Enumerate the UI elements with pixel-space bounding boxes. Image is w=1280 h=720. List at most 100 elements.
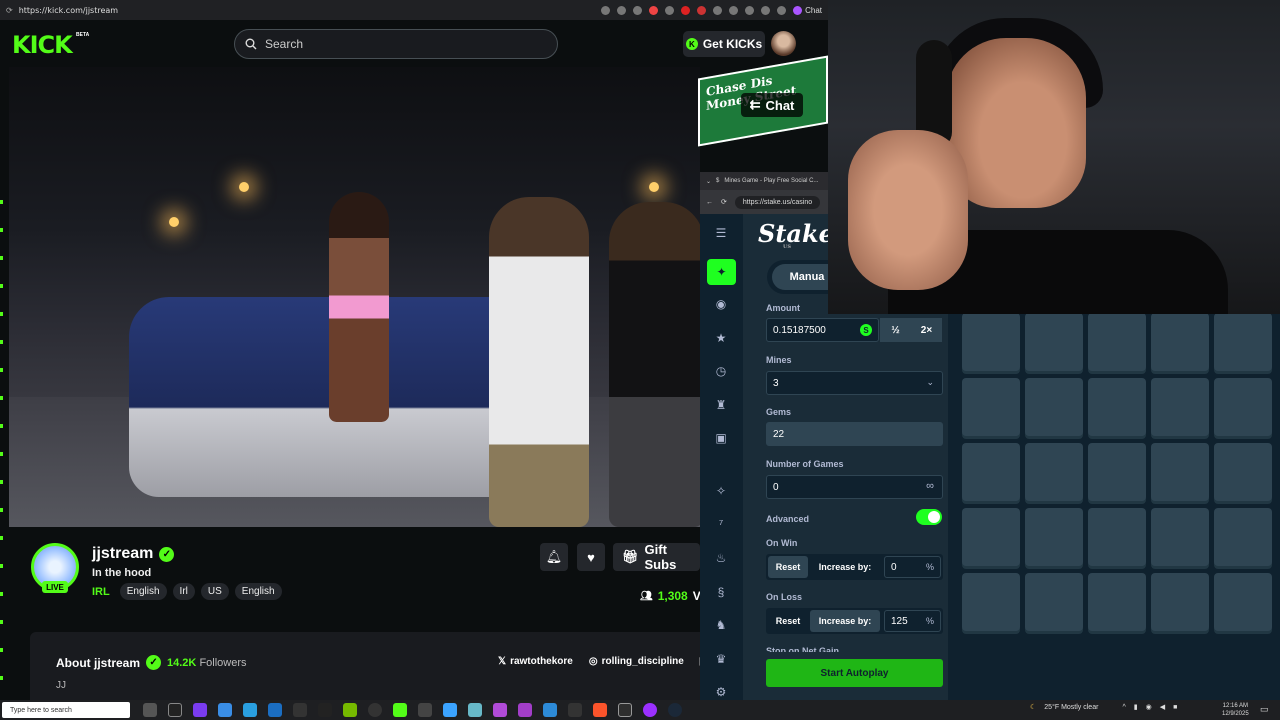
- tag[interactable]: English: [234, 583, 282, 600]
- battery-icon[interactable]: ▮: [1134, 703, 1138, 711]
- tray-app-icon[interactable]: ■: [1173, 704, 1177, 711]
- get-kicks-button[interactable]: K Get KICKs: [683, 31, 765, 57]
- advanced-toggle[interactable]: [916, 509, 942, 525]
- profile-icon[interactable]: [761, 5, 771, 15]
- start-autoplay-button[interactable]: Start Autoplay: [766, 659, 943, 687]
- mine-tile[interactable]: [1214, 313, 1272, 371]
- network-icon[interactable]: ◉: [1146, 703, 1152, 711]
- hot-icon[interactable]: ♨: [714, 551, 728, 565]
- app-icon[interactable]: [518, 703, 532, 717]
- app-icon[interactable]: [418, 703, 432, 717]
- extension-icon[interactable]: [729, 5, 739, 15]
- tag[interactable]: Irl: [172, 583, 195, 600]
- app-icon[interactable]: [318, 703, 332, 717]
- recent-icon[interactable]: ◷: [714, 364, 728, 378]
- mine-tile[interactable]: [1151, 313, 1209, 371]
- app-icon[interactable]: [168, 703, 182, 717]
- app-icon[interactable]: [568, 703, 582, 717]
- extension-icon[interactable]: [665, 5, 675, 15]
- mine-tile[interactable]: [1214, 573, 1272, 631]
- gift-subs-button[interactable]: 🎁︎ Gift Subs: [613, 542, 700, 572]
- mine-tile[interactable]: [962, 378, 1020, 436]
- mine-tile[interactable]: [1025, 443, 1083, 501]
- taskbar-search[interactable]: Type here to search: [2, 702, 130, 718]
- app-icon[interactable]: [643, 703, 657, 717]
- search-input[interactable]: Search: [234, 29, 558, 59]
- on-win-reset-button[interactable]: Reset: [768, 556, 808, 578]
- extension-icon[interactable]: [713, 5, 723, 15]
- notification-button[interactable]: 🔔︎: [540, 543, 568, 571]
- amount-input[interactable]: 0.15187500 S: [766, 318, 879, 342]
- extension-icon[interactable]: [649, 5, 659, 15]
- mine-tile[interactable]: [1088, 378, 1146, 436]
- weather-text[interactable]: 25°F Mostly clear: [1044, 704, 1098, 711]
- double-button[interactable]: 2×: [911, 318, 942, 342]
- follow-button[interactable]: ♥: [577, 543, 605, 571]
- mine-tile[interactable]: [1214, 508, 1272, 566]
- vip-icon[interactable]: ♛: [714, 652, 728, 666]
- extension-icon[interactable]: [697, 5, 707, 15]
- chevron-down-icon[interactable]: ⌄: [706, 178, 711, 185]
- half-button[interactable]: ½: [880, 318, 911, 342]
- instagram-link[interactable]: ◎ rolling_discipline: [589, 656, 684, 667]
- steam-icon[interactable]: [668, 703, 682, 717]
- mine-tile[interactable]: [1088, 573, 1146, 631]
- casino-icon[interactable]: ✦: [707, 259, 736, 285]
- taskbar-clock[interactable]: 12:16 AM 12/9/2025: [1222, 702, 1249, 718]
- mine-tile[interactable]: [1151, 508, 1209, 566]
- on-loss-reset-button[interactable]: Reset: [768, 610, 808, 632]
- on-loss-input[interactable]: 125%: [884, 610, 941, 632]
- mine-tile[interactable]: [1151, 443, 1209, 501]
- settings-icon[interactable]: ⚙: [714, 685, 728, 699]
- new-releases-icon[interactable]: ✧: [714, 484, 728, 498]
- obs-icon[interactable]: [368, 703, 382, 717]
- menu-icon[interactable]: [777, 5, 787, 15]
- on-loss-increase-button[interactable]: Increase by:: [810, 610, 880, 632]
- mine-tile[interactable]: [962, 443, 1020, 501]
- originals-icon[interactable]: §: [714, 585, 728, 599]
- chat-extension[interactable]: Chat: [793, 5, 822, 15]
- stake-logo[interactable]: Stake US: [758, 219, 834, 250]
- channel-name[interactable]: jjstream: [92, 545, 153, 563]
- back-icon[interactable]: ←: [706, 199, 713, 206]
- mine-tile[interactable]: [1088, 443, 1146, 501]
- video-player[interactable]: [9, 67, 700, 527]
- app-icon[interactable]: [493, 703, 507, 717]
- mine-tile[interactable]: [1025, 378, 1083, 436]
- app-icon[interactable]: [468, 703, 482, 717]
- stake-url[interactable]: https://stake.us/casino: [734, 195, 821, 209]
- mines-select[interactable]: 3 ⌄: [766, 371, 943, 395]
- app-icon[interactable]: [268, 703, 282, 717]
- volume-icon[interactable]: ◀: [1160, 703, 1165, 711]
- user-avatar[interactable]: [771, 31, 796, 56]
- mine-tile[interactable]: [1025, 508, 1083, 566]
- kick-app-icon[interactable]: [393, 703, 407, 717]
- task-view-icon[interactable]: [143, 703, 157, 717]
- mine-tile[interactable]: [1214, 443, 1272, 501]
- app-icon[interactable]: [293, 703, 307, 717]
- zoom-icon[interactable]: [601, 5, 611, 15]
- mine-tile[interactable]: [962, 313, 1020, 371]
- mine-tile[interactable]: [1214, 378, 1272, 436]
- mine-tile[interactable]: [962, 508, 1020, 566]
- kick-logo[interactable]: KICK: [12, 31, 73, 59]
- app-icon[interactable]: [543, 703, 557, 717]
- tray-chevron-icon[interactable]: ^: [1122, 704, 1125, 711]
- category-link[interactable]: IRL: [92, 586, 110, 598]
- menu-icon[interactable]: ☰: [714, 226, 728, 240]
- app-icon[interactable]: [193, 703, 207, 717]
- on-win-input[interactable]: 0%: [884, 556, 941, 578]
- share-icon[interactable]: [617, 5, 627, 15]
- on-win-increase-button[interactable]: Increase by:: [810, 556, 880, 578]
- brave-icon[interactable]: [593, 703, 607, 717]
- app-icon[interactable]: [443, 703, 457, 717]
- nvidia-icon[interactable]: [343, 703, 357, 717]
- reload-icon[interactable]: ⟳: [721, 198, 727, 206]
- mine-tile[interactable]: [962, 573, 1020, 631]
- live-casino-icon[interactable]: ♞: [714, 618, 728, 632]
- notification-icon[interactable]: ▭: [1260, 704, 1269, 715]
- tag[interactable]: English: [119, 583, 167, 600]
- favourites-icon[interactable]: ★: [714, 331, 728, 345]
- mine-tile[interactable]: [1088, 508, 1146, 566]
- mine-tile[interactable]: [1025, 573, 1083, 631]
